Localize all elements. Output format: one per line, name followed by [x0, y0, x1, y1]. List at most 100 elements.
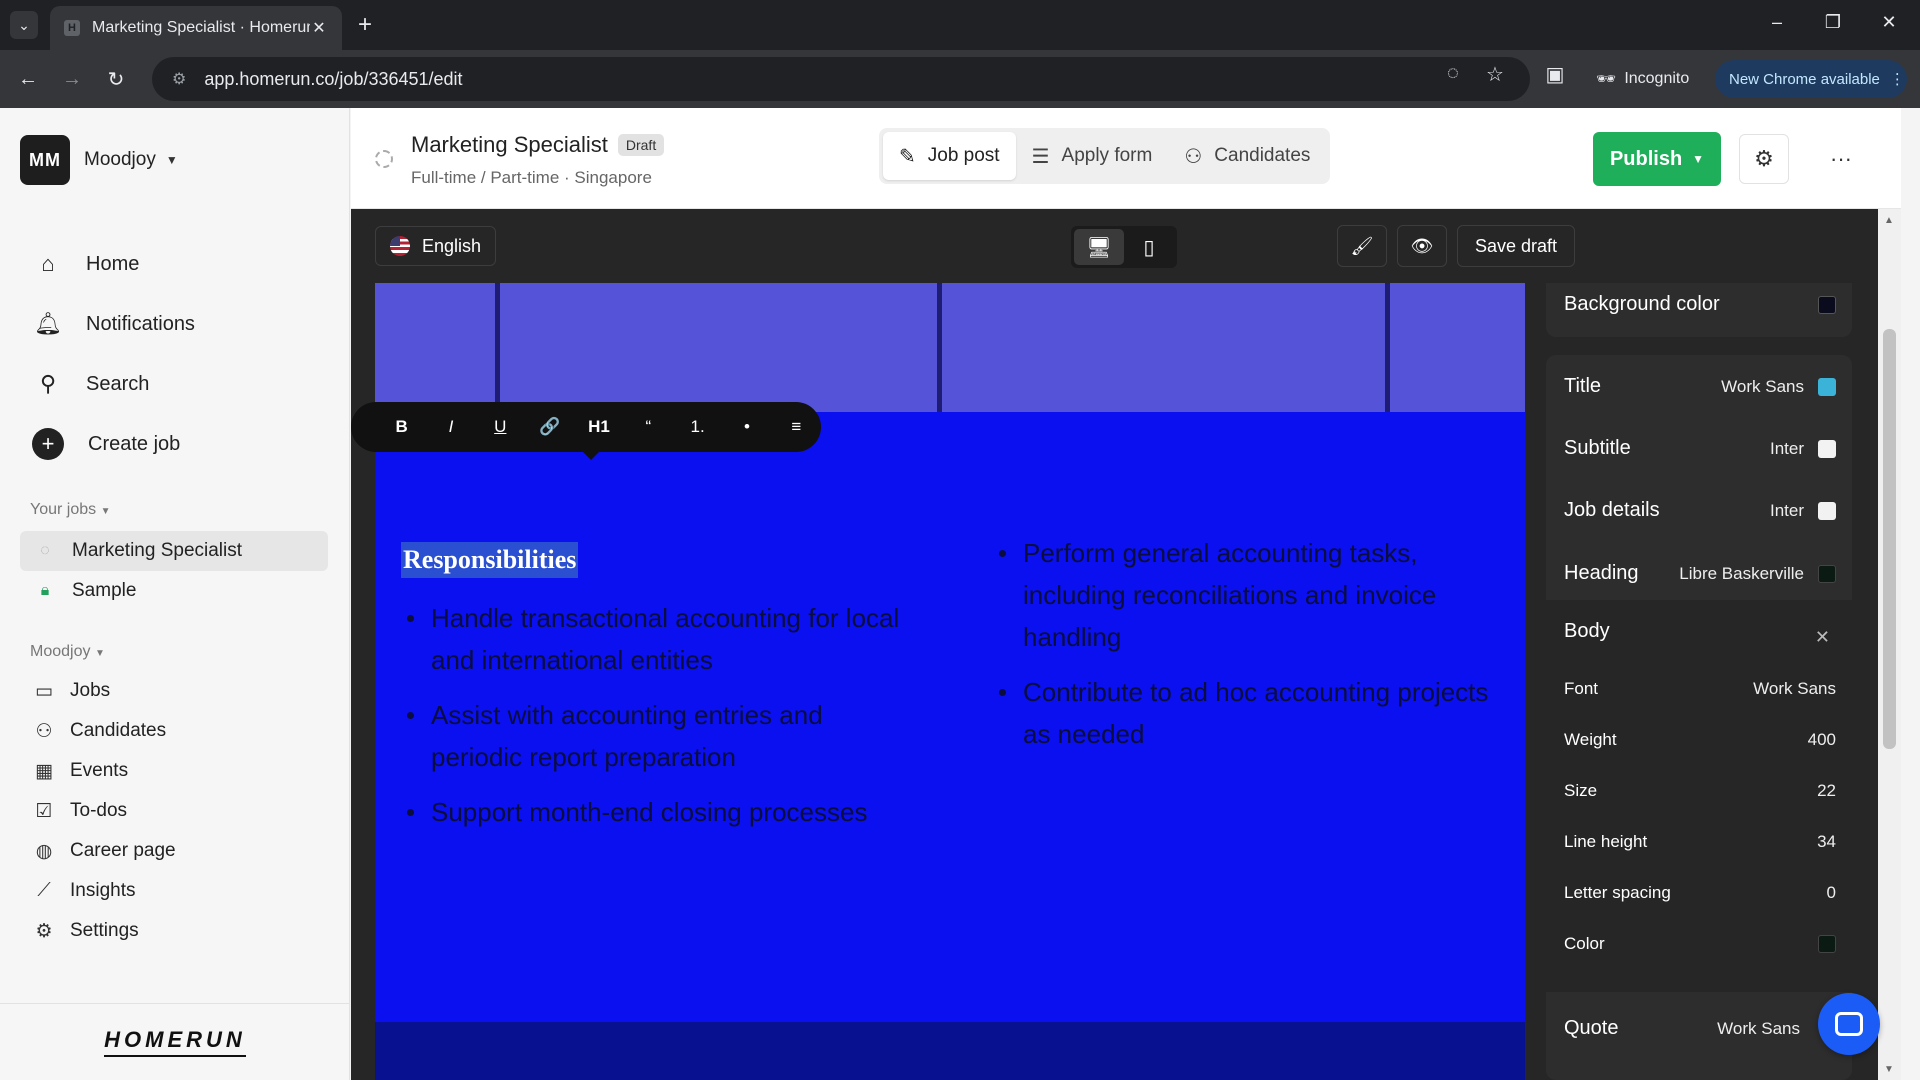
save-draft-button[interactable]: Save draft: [1457, 225, 1575, 267]
publish-button[interactable]: Publish ▼: [1593, 132, 1721, 186]
nav-create-job[interactable]: + Create job: [30, 414, 195, 474]
job-item-sample[interactable]: 🔒︎ Sample: [20, 571, 328, 611]
font-row-heading[interactable]: Heading Libre Baskerville: [1564, 562, 1836, 585]
jobs-icon: ▭: [35, 680, 53, 702]
page-scrollbar[interactable]: ▲ ▼: [1878, 209, 1901, 1080]
list-item[interactable]: Handle transactional accounting for loca…: [401, 597, 901, 681]
org-avatar: MM: [20, 135, 70, 185]
quote-button[interactable]: “: [624, 417, 673, 437]
list-item[interactable]: Contribute to ad hoc accounting projects…: [993, 671, 1493, 755]
body-font-row[interactable]: Font Work Sans: [1564, 679, 1836, 699]
reload-icon[interactable]: ↻: [102, 65, 130, 93]
close-icon[interactable]: ✕: [1815, 627, 1830, 648]
link-icon[interactable]: 🔗: [525, 417, 574, 437]
site-info-icon[interactable]: ⚙: [172, 69, 186, 89]
menu-dots-icon: ⋮: [1889, 71, 1905, 88]
language-selector[interactable]: English: [375, 226, 497, 266]
background-color-row[interactable]: Background color: [1564, 293, 1836, 316]
section-heading[interactable]: Responsibilities: [401, 542, 579, 578]
body-color-row[interactable]: Color: [1564, 934, 1836, 954]
scroll-down-icon[interactable]: ▼: [1884, 1064, 1894, 1075]
responsibilities-section[interactable]: Responsibilities Handle transactional ac…: [375, 412, 1525, 1022]
ordered-list-button[interactable]: 1.: [673, 417, 722, 437]
font-row-quote[interactable]: Quote Work Sans: [1564, 1017, 1836, 1040]
scroll-up-icon[interactable]: ▲: [1884, 215, 1894, 226]
nav-settings[interactable]: ⚙ Settings: [30, 911, 176, 951]
font-row-subtitle[interactable]: Subtitle Inter: [1564, 437, 1836, 460]
org-section-label[interactable]: Moodjoy ▼: [30, 643, 105, 661]
bullet-list-button[interactable]: •: [722, 417, 771, 437]
body-size-row[interactable]: Size 22: [1564, 781, 1836, 801]
tab-apply-form[interactable]: ☰ Apply form: [1016, 132, 1169, 180]
nav-jobs[interactable]: ▭ Jobs: [30, 671, 176, 711]
italic-button[interactable]: I: [426, 417, 475, 437]
preview-eye-icon[interactable]: 👁︎: [1397, 225, 1447, 267]
org-switcher[interactable]: MM Moodjoy ▼: [20, 135, 178, 185]
hero-stripe: [495, 283, 500, 412]
nav-search[interactable]: ⚲ Search: [30, 354, 195, 414]
browser-tab[interactable]: H Marketing Specialist · Homerun ✕: [50, 6, 342, 50]
color-swatch[interactable]: [1818, 501, 1836, 520]
right-bullet-list[interactable]: Perform general accounting tasks, includ…: [993, 532, 1493, 768]
bookmark-star-icon[interactable]: ☆: [1480, 62, 1510, 87]
job-item-marketing-specialist[interactable]: ◌ Marketing Specialist: [20, 531, 328, 571]
body-letter-spacing-row[interactable]: Letter spacing 0: [1564, 883, 1836, 903]
tab-search-button[interactable]: ⌄: [10, 11, 38, 39]
list-item[interactable]: Support month-end closing processes: [401, 791, 901, 833]
nav-career-page[interactable]: ◍ Career page: [30, 831, 176, 871]
body-line-height-row[interactable]: Line height 34: [1564, 832, 1836, 852]
body-weight-row[interactable]: Weight 400: [1564, 730, 1836, 750]
minimize-icon[interactable]: –: [1765, 12, 1789, 33]
color-swatch[interactable]: [1818, 295, 1836, 314]
settings-gear-icon[interactable]: ⚙: [1739, 134, 1789, 184]
url-text: app.homerun.co/job/336451/edit: [204, 68, 463, 89]
bold-button[interactable]: B: [377, 417, 426, 437]
body-header[interactable]: Body: [1564, 620, 1836, 643]
underline-button[interactable]: U: [476, 417, 525, 437]
heading-button[interactable]: H1: [574, 417, 623, 437]
align-button[interactable]: ≡: [772, 417, 821, 437]
side-panel-icon[interactable]: ▣: [1540, 62, 1570, 87]
tab-close-icon[interactable]: ✕: [310, 18, 328, 38]
chrome-update-button[interactable]: New Chrome available ⋮: [1715, 60, 1907, 98]
nav-home[interactable]: ⌂ Home: [30, 234, 195, 294]
list-item[interactable]: Assist with accounting entries and perio…: [401, 694, 901, 778]
window-close-icon[interactable]: ✕: [1877, 12, 1901, 33]
font-row-title[interactable]: Title Work Sans: [1564, 375, 1836, 398]
nav-todos[interactable]: ☑ To-dos: [30, 791, 176, 831]
chart-icon: ⟋: [37, 880, 51, 901]
address-bar[interactable]: ⚙ app.homerun.co/job/336451/edit: [152, 57, 1530, 101]
mobile-icon[interactable]: ▯: [1124, 229, 1174, 265]
color-swatch[interactable]: [1818, 377, 1836, 396]
nav-insights[interactable]: ⟋ Insights: [30, 871, 176, 911]
nav-notifications[interactable]: 🔔︎ Notifications: [30, 294, 195, 354]
background-color-card[interactable]: Background color: [1546, 283, 1852, 337]
tab-candidates[interactable]: ⚇ Candidates: [1168, 132, 1326, 180]
eye-off-icon[interactable]: ◌: [1438, 62, 1468, 85]
forward-icon[interactable]: →: [58, 65, 86, 93]
scrollbar-thumb[interactable]: [1883, 329, 1896, 749]
more-options-icon[interactable]: ···: [1816, 134, 1866, 184]
tab-title: Marketing Specialist · Homerun: [92, 19, 310, 36]
back-icon[interactable]: ←: [14, 65, 42, 93]
chat-support-button[interactable]: [1818, 993, 1880, 1055]
pencil-icon: ✎: [899, 145, 916, 168]
font-row-job-details[interactable]: Job details Inter: [1564, 499, 1836, 522]
left-bullet-list[interactable]: Handle transactional accounting for loca…: [401, 597, 901, 846]
color-swatch[interactable]: [1818, 439, 1836, 458]
desktop-icon[interactable]: 🖥︎: [1074, 229, 1124, 265]
your-jobs-label[interactable]: Your jobs ▼: [30, 501, 110, 519]
tab-job-post[interactable]: ✎ Job post: [883, 132, 1016, 180]
new-tab-button[interactable]: +: [352, 12, 378, 38]
brush-icon[interactable]: 🖌︎: [1337, 225, 1387, 267]
job-title-row: Marketing Specialist Draft: [411, 132, 665, 158]
nav-candidates[interactable]: ⚇ Candidates: [30, 711, 176, 751]
color-swatch[interactable]: [1818, 935, 1836, 953]
job-title[interactable]: Marketing Specialist: [411, 132, 608, 158]
incognito-indicator[interactable]: 🕶 Incognito: [1586, 60, 1699, 98]
color-swatch[interactable]: [1818, 564, 1836, 583]
list-item[interactable]: Perform general accounting tasks, includ…: [993, 532, 1493, 658]
homerun-app: MM Moodjoy ▼ ⌂ Home 🔔︎ Notifications ⚲ S…: [0, 108, 1920, 1080]
restore-icon[interactable]: ❐: [1821, 12, 1845, 33]
nav-events[interactable]: ▦ Events: [30, 751, 176, 791]
